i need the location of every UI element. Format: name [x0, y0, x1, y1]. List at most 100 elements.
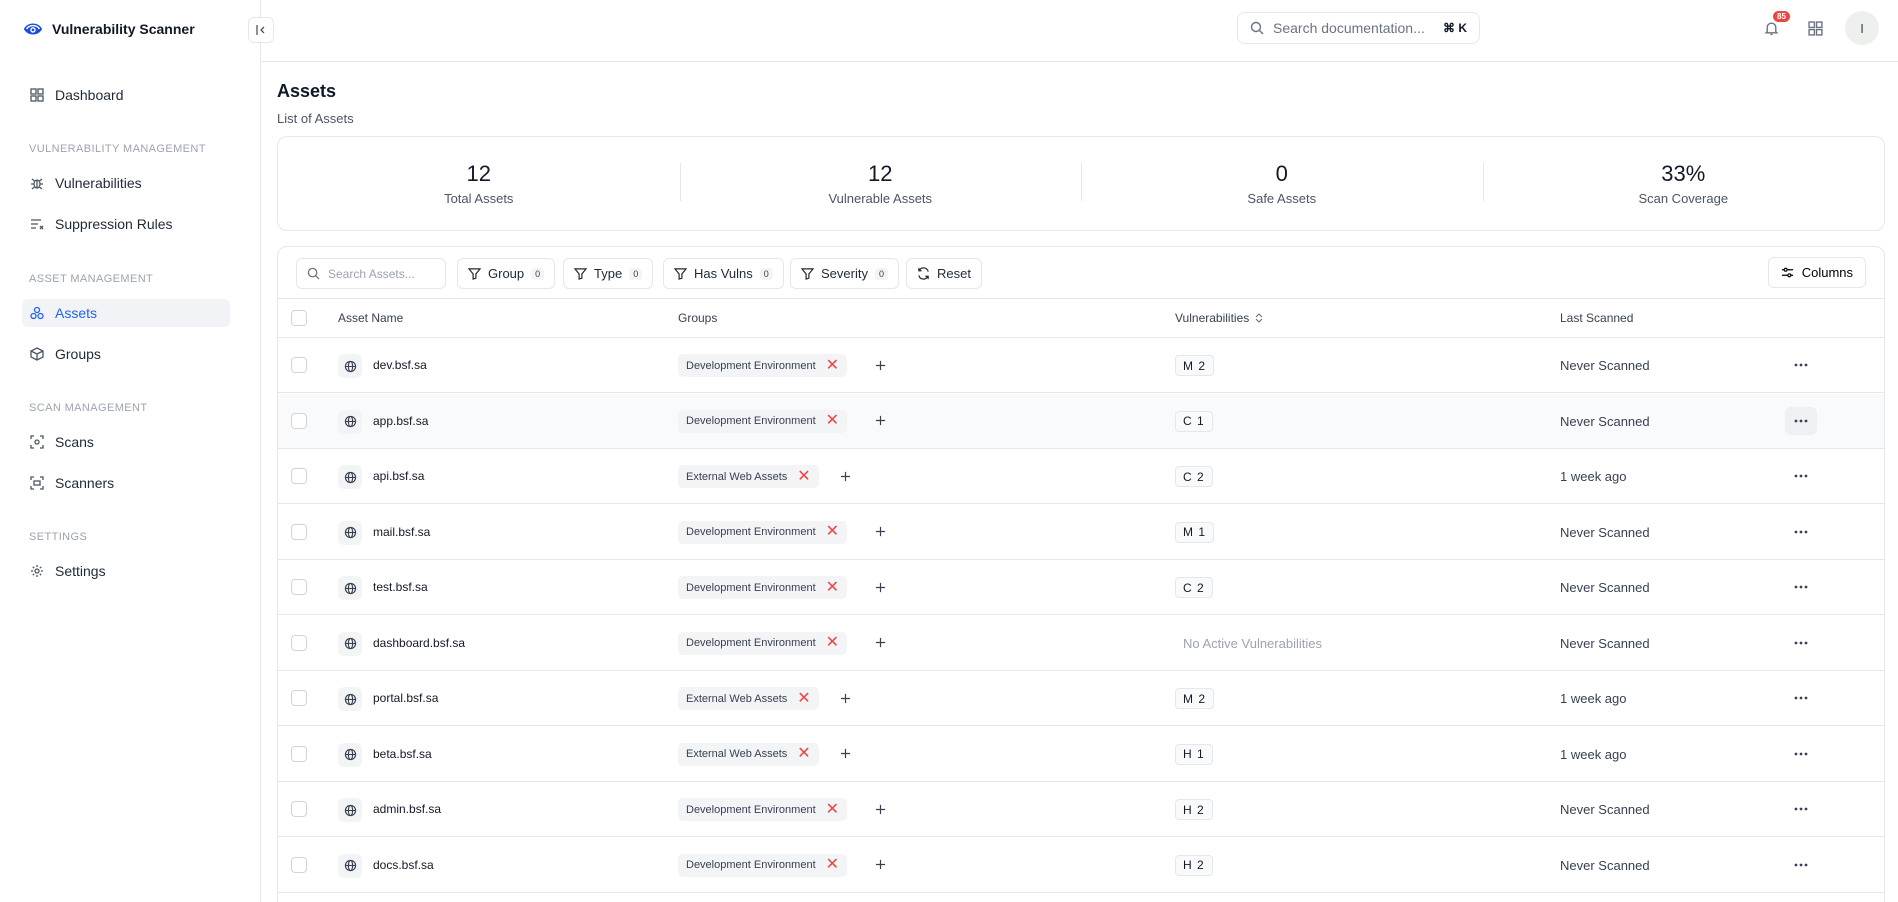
row-checkbox[interactable]: [291, 690, 307, 706]
row-actions-button[interactable]: [1785, 740, 1817, 768]
sidebar: Vulnerability Scanner Dashboard Vulnerab…: [0, 0, 261, 902]
row-checkbox[interactable]: [291, 468, 307, 484]
table-row[interactable]: beta.bsf.sa External Web Assets ✕ H 1 1 …: [278, 727, 1884, 782]
group-chip: External Web Assets ✕: [678, 742, 819, 766]
row-checkbox[interactable]: [291, 745, 307, 762]
asset-name[interactable]: dev.bsf.sa: [373, 358, 427, 372]
table-row[interactable]: docs.bsf.sa Development Environment ✕ H …: [278, 838, 1884, 893]
remove-group-icon[interactable]: ✕: [826, 357, 839, 374]
row-actions-button[interactable]: [1785, 629, 1817, 657]
reset-label: Reset: [937, 266, 971, 281]
asset-name[interactable]: docs.bsf.sa: [373, 858, 434, 872]
notification-badge: 85: [1773, 11, 1790, 22]
row-checkbox[interactable]: [291, 523, 307, 540]
add-group-button[interactable]: [870, 522, 890, 542]
columns-button[interactable]: Columns: [1767, 257, 1866, 288]
grid-icon: [1807, 20, 1823, 36]
more-horizontal-icon: [1794, 419, 1808, 422]
add-group-button[interactable]: [870, 799, 890, 819]
remove-group-icon[interactable]: ✕: [826, 635, 839, 651]
table-row[interactable]: test.bsf.sa Development Environment ✕ C …: [278, 560, 1884, 615]
remove-group-icon[interactable]: ✕: [826, 413, 839, 429]
sidebar-item-suppression-rules[interactable]: Suppression Rules: [22, 210, 230, 238]
row-checkbox[interactable]: [291, 357, 307, 373]
row-actions-button[interactable]: [1785, 462, 1817, 490]
notifications-button[interactable]: 85: [1757, 11, 1790, 42]
remove-group-icon[interactable]: ✕: [826, 524, 839, 540]
row-checkbox[interactable]: [291, 634, 307, 651]
row-actions-button[interactable]: [1785, 406, 1817, 435]
table-row[interactable]: dev.bsf.sa Development Environment ✕ M 2…: [278, 338, 1884, 393]
add-group-button[interactable]: [870, 633, 890, 653]
apps-button[interactable]: [1801, 14, 1829, 42]
add-group-button[interactable]: [835, 466, 855, 486]
filter-type-button[interactable]: Type 0: [563, 258, 654, 289]
asset-name[interactable]: portal.bsf.sa: [373, 691, 438, 705]
filter-has-vulns-button[interactable]: Has Vulns 0: [663, 258, 784, 289]
row-actions-button[interactable]: [1785, 795, 1817, 823]
col-vulnerabilities[interactable]: Vulnerabilities: [1175, 311, 1263, 325]
asset-name[interactable]: test.bsf.sa: [373, 580, 428, 594]
table-row[interactable]: app.bsf.sa Development Environment ✕ C 1…: [278, 393, 1884, 449]
filter-group-button[interactable]: Group 0: [457, 258, 556, 289]
bug-icon: [29, 175, 45, 191]
remove-group-icon[interactable]: ✕: [797, 746, 810, 762]
user-avatar[interactable]: I: [1845, 11, 1879, 45]
asset-name[interactable]: admin.bsf.sa: [373, 802, 441, 816]
assets-table-card: Search Assets... Group 0 Type 0 Has Vuln…: [277, 246, 1885, 902]
brand[interactable]: Vulnerability Scanner: [22, 18, 195, 40]
row-checkbox[interactable]: [291, 856, 307, 873]
sidebar-item-groups[interactable]: Groups: [22, 340, 230, 368]
remove-group-icon[interactable]: ✕: [797, 690, 810, 707]
sort-icon: [1255, 313, 1263, 323]
add-group-button[interactable]: [870, 355, 890, 375]
sidebar-item-assets[interactable]: Assets: [22, 299, 230, 327]
last-scanned: Never Scanned: [1560, 580, 1650, 595]
sidebar-item-dashboard[interactable]: Dashboard: [22, 81, 230, 109]
asset-name[interactable]: dashboard.bsf.sa: [373, 636, 465, 650]
add-group-button[interactable]: [870, 411, 890, 431]
row-actions-button[interactable]: [1785, 851, 1817, 879]
remove-group-icon[interactable]: ✕: [826, 801, 839, 818]
add-group-button[interactable]: [870, 577, 890, 597]
add-group-button[interactable]: [835, 688, 855, 708]
table-row[interactable]: mail.bsf.sa Development Environment ✕ M …: [278, 505, 1884, 560]
vulnerability-badge: M 1: [1175, 521, 1215, 543]
select-all-checkbox[interactable]: [291, 310, 307, 326]
remove-group-icon[interactable]: ✕: [826, 579, 839, 596]
row-checkbox[interactable]: [291, 412, 307, 429]
vulnerability-badge: C 1: [1175, 410, 1213, 432]
table-row[interactable]: admin.bsf.sa Development Environment ✕ H…: [278, 782, 1884, 837]
row-checkbox[interactable]: [291, 801, 307, 817]
sidebar-item-vulnerabilities[interactable]: Vulnerabilities: [22, 169, 230, 197]
row-actions-button[interactable]: [1785, 684, 1817, 712]
documentation-search[interactable]: Search documentation... ⌘ K: [1237, 12, 1480, 44]
row-checkbox[interactable]: [291, 579, 307, 595]
asset-name[interactable]: app.bsf.sa: [373, 414, 428, 428]
asset-name[interactable]: api.bsf.sa: [373, 469, 424, 483]
add-group-button[interactable]: [835, 744, 855, 764]
sidebar-item-scans[interactable]: Scans: [22, 428, 230, 456]
col-groups[interactable]: Groups: [678, 311, 717, 325]
row-actions-button[interactable]: [1785, 351, 1817, 379]
table-row[interactable]: dashboard.bsf.sa Development Environment…: [278, 616, 1884, 671]
remove-group-icon[interactable]: ✕: [826, 857, 839, 873]
group-name: Development Environment: [686, 581, 816, 594]
filter-severity-button[interactable]: Severity 0: [790, 258, 899, 289]
globe-icon: [338, 520, 362, 545]
asset-name[interactable]: mail.bsf.sa: [373, 525, 430, 539]
col-asset-name[interactable]: Asset Name: [338, 311, 403, 325]
asset-name[interactable]: beta.bsf.sa: [373, 747, 432, 761]
reset-filters-button[interactable]: Reset: [906, 258, 982, 289]
sidebar-item-scanners[interactable]: Scanners: [22, 469, 230, 497]
table-row[interactable]: api.bsf.sa External Web Assets ✕ C 2 1 w…: [278, 449, 1884, 504]
row-actions-button[interactable]: [1785, 518, 1817, 546]
remove-group-icon[interactable]: ✕: [797, 468, 810, 485]
sidebar-item-settings[interactable]: Settings: [22, 557, 230, 585]
asset-search-input[interactable]: Search Assets...: [296, 258, 446, 289]
table-row[interactable]: portal.bsf.sa External Web Assets ✕ M 2 …: [278, 671, 1884, 726]
add-group-button[interactable]: [870, 855, 890, 875]
row-actions-button[interactable]: [1785, 573, 1817, 601]
col-last-scanned[interactable]: Last Scanned: [1560, 311, 1633, 325]
group-chip: Development Environment ✕: [678, 631, 848, 655]
